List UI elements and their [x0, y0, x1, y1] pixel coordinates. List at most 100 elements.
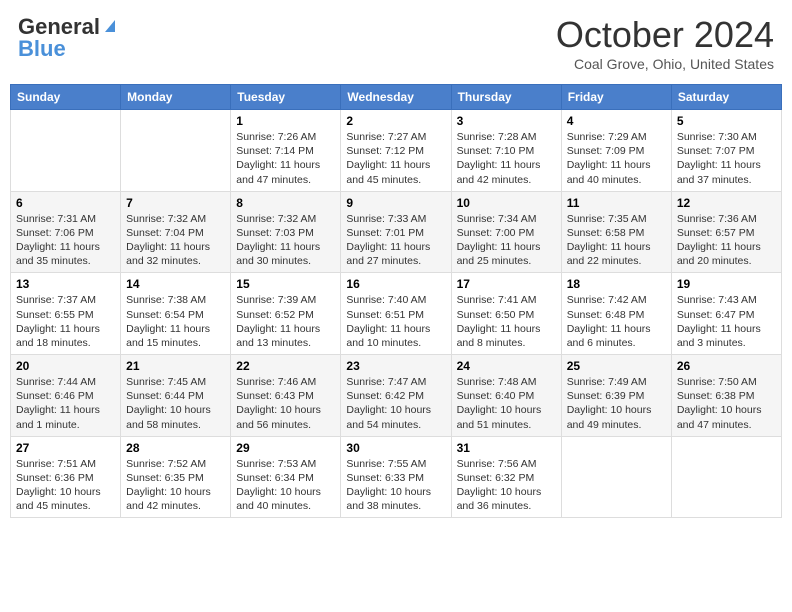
calendar-cell: 11Sunrise: 7:35 AMSunset: 6:58 PMDayligh… [561, 191, 671, 273]
day-number: 6 [16, 196, 115, 210]
day-number: 21 [126, 359, 225, 373]
day-number: 20 [16, 359, 115, 373]
calendar-cell: 15 Sunrise: 7:39 AMSunset: 6:52 PMDayligh… [231, 273, 341, 355]
day-info: Sunrise: 7:39 AMSunset: 6:52 PMDaylight:… [236, 293, 335, 350]
calendar-cell: 10 Sunrise: 7:34 AMSunset: 7:00 PMDayligh… [451, 191, 561, 273]
day-info: Sunrise: 7:53 AMSunset: 6:34 PMDaylight:… [236, 457, 335, 514]
day-number: 17 [457, 277, 556, 291]
day-info: Sunrise: 7:31 AMSunset: 7:06 PMDaylight:… [16, 212, 115, 269]
day-info: Sunrise: 7:34 AMSunset: 7:00 PMDaylight:… [457, 212, 556, 269]
calendar-cell: 5 Sunrise: 7:30 AMSunset: 7:07 PMDaylight… [671, 110, 781, 192]
calendar-cell [11, 110, 121, 192]
day-header-saturday: Saturday [671, 85, 781, 110]
day-info: Sunrise: 7:37 AMSunset: 6:55 PMDaylight:… [16, 293, 115, 350]
day-info: Sunrise: 7:26 AMSunset: 7:14 PMDaylight:… [236, 130, 335, 187]
calendar-cell: 12Sunrise: 7:36 AMSunset: 6:57 PMDayligh… [671, 191, 781, 273]
calendar-week-4: 20 Sunrise: 7:44 AMSunset: 6:46 PMDayligh… [11, 355, 782, 437]
day-info: Sunrise: 7:49 AMSunset: 6:39 PMDaylight:… [567, 375, 666, 432]
calendar-cell: 28 Sunrise: 7:52 AMSunset: 6:35 PMDayligh… [121, 436, 231, 518]
day-info: Sunrise: 7:42 AMSunset: 6:48 PMDaylight:… [567, 293, 666, 350]
calendar-cell: 17 Sunrise: 7:41 AMSunset: 6:50 PMDayligh… [451, 273, 561, 355]
day-number: 29 [236, 441, 335, 455]
calendar-cell [671, 436, 781, 518]
day-info: Sunrise: 7:32 AMSunset: 7:04 PMDaylight:… [126, 212, 225, 269]
day-info: Sunrise: 7:35 AMSunset: 6:58 PMDaylight:… [567, 212, 666, 269]
day-info: Sunrise: 7:47 AMSunset: 6:42 PMDaylight:… [346, 375, 445, 432]
day-number: 5 [677, 114, 776, 128]
day-info: Sunrise: 7:29 AMSunset: 7:09 PMDaylight:… [567, 130, 666, 187]
day-number: 30 [346, 441, 445, 455]
calendar-table: SundayMondayTuesdayWednesdayThursdayFrid… [10, 84, 782, 518]
day-info: Sunrise: 7:46 AMSunset: 6:43 PMDaylight:… [236, 375, 335, 432]
calendar-cell: 23 Sunrise: 7:47 AMSunset: 6:42 PMDayligh… [341, 355, 451, 437]
day-number: 2 [346, 114, 445, 128]
calendar-cell: 24 Sunrise: 7:48 AMSunset: 6:40 PMDayligh… [451, 355, 561, 437]
day-number: 4 [567, 114, 666, 128]
day-header-thursday: Thursday [451, 85, 561, 110]
calendar-cell: 13Sunrise: 7:37 AMSunset: 6:55 PMDayligh… [11, 273, 121, 355]
calendar-cell: 26 Sunrise: 7:50 AMSunset: 6:38 PMDayligh… [671, 355, 781, 437]
calendar-cell: 29 Sunrise: 7:53 AMSunset: 6:34 PMDayligh… [231, 436, 341, 518]
calendar-cell: 19 Sunrise: 7:43 AMSunset: 6:47 PMDayligh… [671, 273, 781, 355]
day-info: Sunrise: 7:27 AMSunset: 7:12 PMDaylight:… [346, 130, 445, 187]
day-info: Sunrise: 7:32 AMSunset: 7:03 PMDaylight:… [236, 212, 335, 269]
day-info: Sunrise: 7:56 AMSunset: 6:32 PMDaylight:… [457, 457, 556, 514]
calendar-cell: 20 Sunrise: 7:44 AMSunset: 6:46 PMDayligh… [11, 355, 121, 437]
day-number: 26 [677, 359, 776, 373]
page-header: General Blue October 2024 Coal Grove, Oh… [10, 10, 782, 76]
day-info: Sunrise: 7:38 AMSunset: 6:54 PMDaylight:… [126, 293, 225, 350]
month-title: October 2024 [556, 14, 774, 56]
day-number: 3 [457, 114, 556, 128]
calendar-cell: 9Sunrise: 7:33 AMSunset: 7:01 PMDaylight… [341, 191, 451, 273]
calendar-week-2: 6 Sunrise: 7:31 AMSunset: 7:06 PMDaylight… [11, 191, 782, 273]
day-info: Sunrise: 7:52 AMSunset: 6:35 PMDaylight:… [126, 457, 225, 514]
calendar-cell: 2 Sunrise: 7:27 AMSunset: 7:12 PMDaylight… [341, 110, 451, 192]
calendar-cell: 30Sunrise: 7:55 AMSunset: 6:33 PMDayligh… [341, 436, 451, 518]
calendar-cell: 8Sunrise: 7:32 AMSunset: 7:03 PMDaylight… [231, 191, 341, 273]
logo: General Blue [18, 14, 119, 62]
day-info: Sunrise: 7:30 AMSunset: 7:07 PMDaylight:… [677, 130, 776, 187]
calendar-cell: 14 Sunrise: 7:38 AMSunset: 6:54 PMDayligh… [121, 273, 231, 355]
day-info: Sunrise: 7:43 AMSunset: 6:47 PMDaylight:… [677, 293, 776, 350]
day-number: 24 [457, 359, 556, 373]
day-number: 22 [236, 359, 335, 373]
calendar-week-5: 27 Sunrise: 7:51 AMSunset: 6:36 PMDayligh… [11, 436, 782, 518]
calendar-week-1: 1 Sunrise: 7:26 AMSunset: 7:14 PMDaylight… [11, 110, 782, 192]
day-number: 23 [346, 359, 445, 373]
calendar-cell: 3 Sunrise: 7:28 AMSunset: 7:10 PMDaylight… [451, 110, 561, 192]
day-info: Sunrise: 7:40 AMSunset: 6:51 PMDaylight:… [346, 293, 445, 350]
day-header-friday: Friday [561, 85, 671, 110]
calendar-cell [561, 436, 671, 518]
day-info: Sunrise: 7:50 AMSunset: 6:38 PMDaylight:… [677, 375, 776, 432]
calendar-cell: 27 Sunrise: 7:51 AMSunset: 6:36 PMDayligh… [11, 436, 121, 518]
day-info: Sunrise: 7:36 AMSunset: 6:57 PMDaylight:… [677, 212, 776, 269]
day-info: Sunrise: 7:41 AMSunset: 6:50 PMDaylight:… [457, 293, 556, 350]
day-number: 27 [16, 441, 115, 455]
calendar-cell: 25Sunrise: 7:49 AMSunset: 6:39 PMDayligh… [561, 355, 671, 437]
calendar-cell: 6 Sunrise: 7:31 AMSunset: 7:06 PMDaylight… [11, 191, 121, 273]
day-number: 1 [236, 114, 335, 128]
day-header-wednesday: Wednesday [341, 85, 451, 110]
calendar-cell: 4 Sunrise: 7:29 AMSunset: 7:09 PMDaylight… [561, 110, 671, 192]
day-info: Sunrise: 7:45 AMSunset: 6:44 PMDaylight:… [126, 375, 225, 432]
logo-triangle-icon [101, 16, 119, 34]
calendar-cell: 16 Sunrise: 7:40 AMSunset: 6:51 PMDayligh… [341, 273, 451, 355]
day-number: 10 [457, 196, 556, 210]
day-info: Sunrise: 7:33 AMSunset: 7:01 PMDaylight:… [346, 212, 445, 269]
day-number: 7 [126, 196, 225, 210]
day-number: 19 [677, 277, 776, 291]
day-info: Sunrise: 7:44 AMSunset: 6:46 PMDaylight:… [16, 375, 115, 432]
day-number: 16 [346, 277, 445, 291]
location: Coal Grove, Ohio, United States [556, 56, 774, 72]
day-info: Sunrise: 7:51 AMSunset: 6:36 PMDaylight:… [16, 457, 115, 514]
calendar-cell: 31Sunrise: 7:56 AMSunset: 6:32 PMDayligh… [451, 436, 561, 518]
day-header-tuesday: Tuesday [231, 85, 341, 110]
calendar-cell: 7 Sunrise: 7:32 AMSunset: 7:04 PMDaylight… [121, 191, 231, 273]
title-section: October 2024 Coal Grove, Ohio, United St… [556, 14, 774, 72]
day-number: 28 [126, 441, 225, 455]
day-info: Sunrise: 7:48 AMSunset: 6:40 PMDaylight:… [457, 375, 556, 432]
calendar-cell [121, 110, 231, 192]
day-number: 14 [126, 277, 225, 291]
day-number: 15 [236, 277, 335, 291]
day-info: Sunrise: 7:28 AMSunset: 7:10 PMDaylight:… [457, 130, 556, 187]
